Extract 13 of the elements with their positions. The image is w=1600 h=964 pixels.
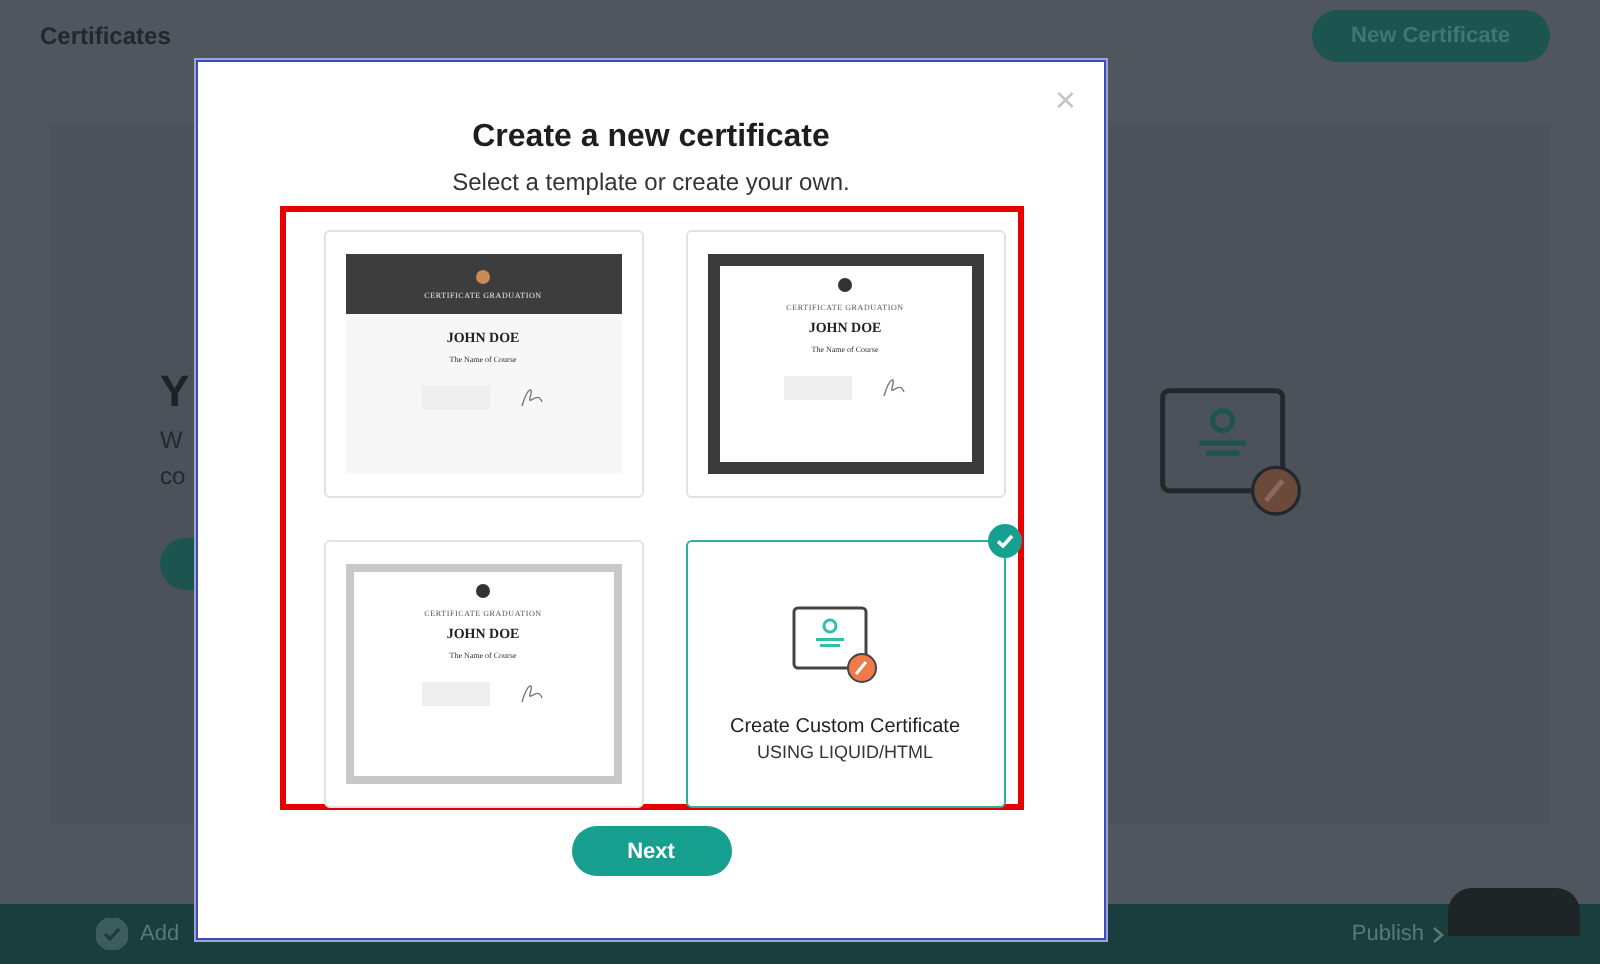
seal-icon (476, 269, 490, 283)
certificate-pencil-icon (1160, 388, 1301, 516)
template-title: Create Custom Certificate (729, 715, 961, 737)
check-badge-icon (987, 524, 1021, 558)
step-label: Add (140, 922, 180, 946)
chevron-right-icon (1432, 925, 1444, 943)
modal-title: Create a new certificate (472, 120, 830, 156)
chat-widget[interactable] (1448, 888, 1580, 936)
template-subtitle: USING LIQUID/HTML (756, 741, 933, 761)
seal-icon (476, 584, 490, 598)
template-card[interactable]: Create Custom Certificate USING LIQUID/HTML (685, 540, 1005, 808)
seal-icon (838, 278, 852, 292)
modal-subtitle: Select a template or create your own. (452, 168, 850, 196)
